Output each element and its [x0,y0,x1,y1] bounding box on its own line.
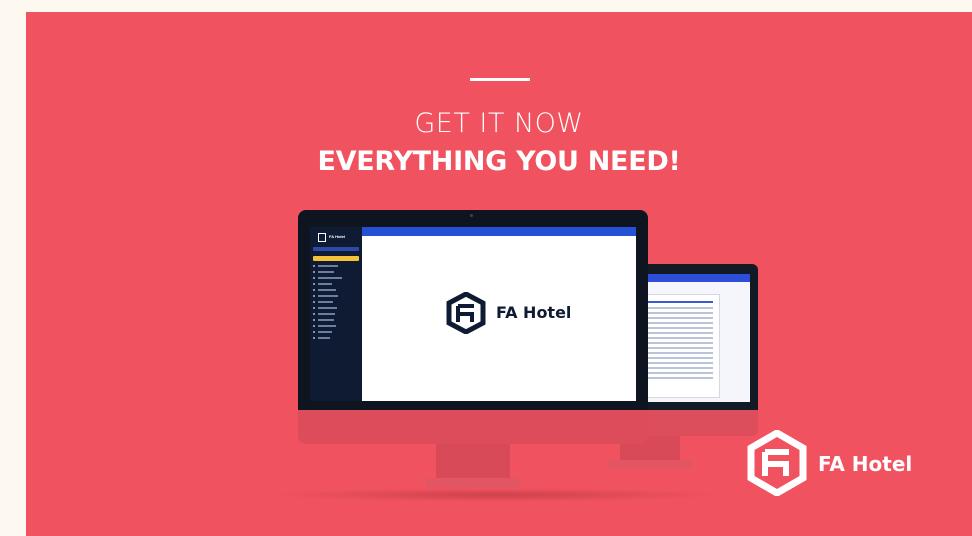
accent-line [470,78,530,81]
sidebar-item [318,319,334,321]
sidebar-item [318,337,330,339]
sidebar-item-icon [313,337,315,339]
sidebar-item [318,313,335,315]
front-monitor-chin [298,410,648,444]
sidebar-search [313,247,359,251]
sidebar-item [318,301,333,303]
sidebar-item-icon [313,277,315,279]
camera-dot [470,214,473,217]
fa-hotel-logo-icon [446,292,486,334]
fa-hotel-logo-icon [318,233,326,242]
sidebar-item [318,289,336,291]
sidebar-item-icon [313,295,315,297]
floor-shadow [266,488,726,502]
app-topbar [362,227,636,236]
sidebar-item-icon [313,307,315,309]
app-sidebar: FA Hotel [310,227,362,401]
sidebar-item-icon [313,283,315,285]
promo-banner: GET IT NOW EVERYTHING YOU NEED! FA Hotel… [26,12,972,536]
front-monitor-screen: FA Hotel FA Hotel [310,227,636,401]
sidebar-item [318,277,342,279]
sidebar-item [318,295,338,297]
screen-center-logo: FA Hotel [446,292,571,334]
back-monitor-base [608,460,692,468]
sidebar-item-icon [313,319,315,321]
sidebar-item-icon [313,313,315,315]
fa-hotel-logo-icon [747,430,807,496]
sidebar-item [318,331,332,333]
sidebar-item-active [313,256,359,261]
sidebar-item [318,283,332,285]
sidebar-item-icon [313,301,315,303]
front-monitor: FA Hotel FA Hotel [298,210,648,410]
brand-logo: FA Hotel [746,430,946,500]
sidebar-item-icon [313,331,315,333]
sidebar-item [318,265,338,267]
sidebar-item-icon [313,325,315,327]
headline-small: GET IT NOW [414,108,584,139]
front-monitor-stand [436,444,510,480]
sidebar-item [318,325,336,327]
sidebar-item [318,307,337,309]
sidebar-item-icon [313,289,315,291]
sidebar-app-title: FA Hotel [329,234,346,239]
headline-big: EVERYTHING YOU NEED! [317,146,681,177]
sidebar-logo: FA Hotel [318,233,354,243]
brand-name: FA Hotel [818,452,913,476]
front-monitor-base [426,478,520,488]
sidebar-item-icon [313,271,315,273]
sidebar-item-icon [313,265,315,267]
screen-logo-text: FA Hotel [496,303,572,322]
sidebar-item [318,271,334,273]
